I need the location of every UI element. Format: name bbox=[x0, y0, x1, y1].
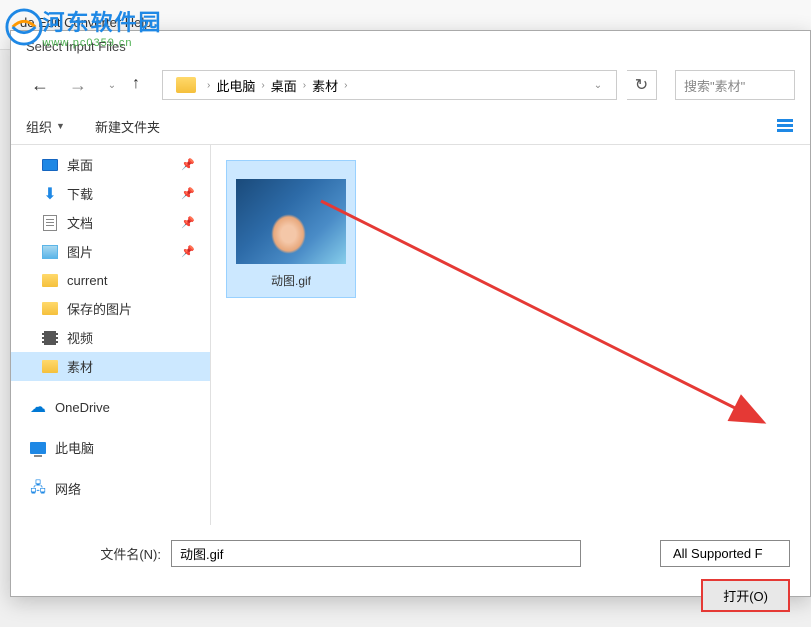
file-name: 动图.gif bbox=[235, 272, 347, 289]
sidebar-label: 网络 bbox=[55, 479, 81, 498]
dialog-bottom-bar: 文件名(N): All Supported F 打开(O) bbox=[11, 525, 810, 627]
menubar-text: de Edit Converter Help bbox=[20, 15, 152, 30]
navigation-bar: ← → ⌄ ↑ › 此电脑 › 桌面 › 素材 › ⌄ ↻ 搜索"素材" bbox=[11, 62, 810, 108]
breadcrumb-separator: › bbox=[207, 80, 210, 91]
open-button[interactable]: 打开(O) bbox=[701, 579, 790, 612]
download-icon: ⬇ bbox=[41, 185, 59, 203]
folder-icon bbox=[42, 302, 58, 315]
pin-icon: 📌 bbox=[181, 245, 195, 258]
sidebar-item-saved-pictures[interactable]: 保存的图片 bbox=[11, 294, 210, 323]
up-button[interactable]: ↑ bbox=[132, 75, 152, 95]
sidebar-label: 此电脑 bbox=[55, 438, 94, 457]
filename-input[interactable] bbox=[171, 540, 581, 567]
sidebar-label: OneDrive bbox=[55, 400, 110, 415]
breadcrumb-item-1[interactable]: 桌面 bbox=[271, 76, 297, 95]
file-item[interactable]: 动图.gif bbox=[226, 160, 356, 298]
breadcrumb-item-0[interactable]: 此电脑 bbox=[216, 76, 255, 95]
view-options-icon[interactable] bbox=[775, 116, 795, 136]
sidebar-item-pictures[interactable]: 图片 📌 bbox=[11, 237, 210, 266]
folder-icon bbox=[42, 274, 58, 287]
sidebar-item-current[interactable]: current bbox=[11, 266, 210, 294]
onedrive-icon: ☁ bbox=[29, 398, 47, 416]
forward-button[interactable]: → bbox=[64, 71, 92, 99]
toolbar: 组织 ▼ 新建文件夹 bbox=[11, 108, 810, 145]
sidebar-item-sucai[interactable]: 素材 bbox=[11, 352, 210, 381]
breadcrumb-item-2[interactable]: 素材 bbox=[312, 76, 338, 95]
sidebar-label: 文档 bbox=[67, 213, 93, 232]
breadcrumb-dropdown[interactable]: ⌄ bbox=[588, 80, 608, 91]
sidebar-label: 保存的图片 bbox=[67, 299, 132, 318]
sidebar-item-thispc[interactable]: 此电脑 bbox=[11, 433, 210, 462]
refresh-button[interactable]: ↻ bbox=[627, 70, 657, 100]
pin-icon: 📌 bbox=[181, 187, 195, 200]
sidebar-label: 下载 bbox=[67, 184, 93, 203]
sidebar-item-network[interactable]: 🖧 网络 bbox=[11, 474, 210, 503]
dialog-title: Select Input Files bbox=[11, 31, 810, 62]
file-thumbnail bbox=[236, 179, 346, 264]
file-open-dialog: Select Input Files ← → ⌄ ↑ › 此电脑 › 桌面 › … bbox=[10, 30, 811, 597]
search-input[interactable]: 搜索"素材" bbox=[675, 70, 795, 100]
file-list-area[interactable]: 动图.gif bbox=[211, 145, 810, 525]
pin-icon: 📌 bbox=[181, 158, 195, 171]
main-area: 桌面 📌 ⬇ 下载 📌 文档 📌 图片 📌 current bbox=[11, 145, 810, 525]
sidebar-item-downloads[interactable]: ⬇ 下载 📌 bbox=[11, 179, 210, 208]
filetype-select[interactable]: All Supported F bbox=[660, 540, 790, 567]
sidebar-label: current bbox=[67, 273, 107, 288]
breadcrumb-bar[interactable]: › 此电脑 › 桌面 › 素材 › ⌄ bbox=[162, 70, 617, 100]
back-button[interactable]: ← bbox=[26, 71, 54, 99]
pictures-icon bbox=[42, 245, 58, 259]
search-placeholder: 搜索"素材" bbox=[684, 76, 745, 95]
breadcrumb-separator: › bbox=[261, 80, 264, 91]
folder-icon bbox=[176, 77, 196, 93]
organize-menu[interactable]: 组织 ▼ bbox=[26, 117, 65, 136]
breadcrumb-separator: › bbox=[344, 80, 347, 91]
sidebar-item-videos[interactable]: 视频 bbox=[11, 323, 210, 352]
document-icon bbox=[43, 215, 57, 231]
sidebar-item-desktop[interactable]: 桌面 📌 bbox=[11, 150, 210, 179]
sidebar-label: 视频 bbox=[67, 328, 93, 347]
sidebar-item-documents[interactable]: 文档 📌 bbox=[11, 208, 210, 237]
history-dropdown[interactable]: ⌄ bbox=[102, 80, 122, 91]
sidebar-label: 素材 bbox=[67, 357, 93, 376]
video-icon bbox=[42, 331, 58, 345]
desktop-icon bbox=[42, 159, 58, 171]
sidebar-label: 图片 bbox=[67, 242, 93, 261]
filename-label: 文件名(N): bbox=[31, 544, 161, 563]
chevron-down-icon: ▼ bbox=[56, 121, 65, 131]
breadcrumb-separator: › bbox=[303, 80, 306, 91]
sidebar-label: 桌面 bbox=[67, 155, 93, 174]
new-folder-button[interactable]: 新建文件夹 bbox=[95, 117, 160, 136]
network-icon: 🖧 bbox=[29, 480, 47, 498]
sidebar: 桌面 📌 ⬇ 下载 📌 文档 📌 图片 📌 current bbox=[11, 145, 211, 525]
pc-icon bbox=[30, 442, 46, 454]
sidebar-item-onedrive[interactable]: ☁ OneDrive bbox=[11, 393, 210, 421]
pin-icon: 📌 bbox=[181, 216, 195, 229]
folder-icon bbox=[42, 360, 58, 373]
